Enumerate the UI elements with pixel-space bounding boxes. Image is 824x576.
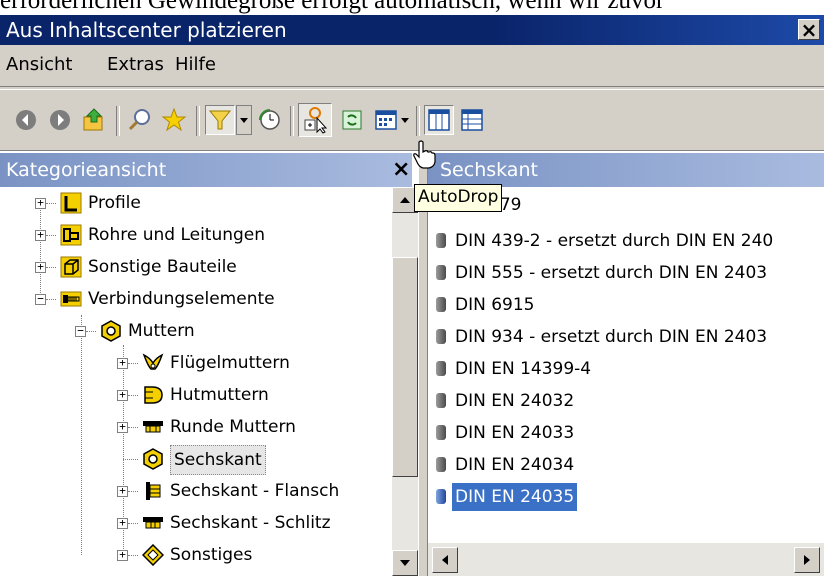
view-dropdown-icon[interactable] (398, 106, 412, 134)
tree-label: Flügelmuttern (170, 353, 290, 373)
tree-label: Hutmuttern (170, 385, 269, 405)
expander-icon[interactable]: + (35, 261, 46, 273)
expander-icon[interactable]: + (117, 389, 128, 401)
pane-splitter[interactable] (418, 153, 428, 576)
nut-icon (436, 393, 446, 408)
filter-dropdown-icon[interactable] (236, 105, 252, 135)
update-icon[interactable] (338, 106, 366, 134)
forward-icon[interactable] (46, 106, 74, 134)
close-pane-icon[interactable]: × (392, 157, 410, 182)
diamond-icon (142, 544, 164, 566)
toolbar-separator (116, 106, 120, 136)
toolbar-separator (416, 106, 420, 136)
tree-label: Sonstige Bauteile (88, 257, 237, 277)
refresh-clock-icon[interactable] (256, 106, 284, 134)
tree-label: Sechskant (170, 445, 266, 475)
tree-label: Sonstiges (170, 545, 253, 565)
filter-icon[interactable] (205, 105, 235, 135)
hand-cursor-icon (413, 140, 436, 169)
menu-extras[interactable]: Extras (107, 54, 164, 75)
menu-ansicht[interactable]: Ansicht (6, 54, 72, 75)
expander-icon[interactable]: + (117, 357, 128, 369)
expander-icon[interactable]: − (75, 325, 86, 337)
category-view-header: Kategorieansicht (0, 153, 412, 187)
expander-icon[interactable]: − (35, 293, 46, 305)
hex-nut-icon (143, 448, 163, 470)
table-view-icon[interactable] (458, 106, 486, 134)
nut-icon (436, 297, 446, 312)
tree-label: Runde Muttern (170, 417, 296, 437)
hex-nut-icon (101, 320, 121, 342)
document-text-line: erforderlichen Gewindegröße erfolgt auto… (0, 0, 665, 14)
up-folder-icon[interactable] (80, 106, 108, 134)
list-horizontal-scrollbar[interactable] (428, 543, 824, 576)
menu-hilfe[interactable]: Hilfe (175, 54, 216, 75)
scroll-left-button[interactable] (432, 547, 458, 573)
autodrop-tooltip: AutoDrop (414, 184, 503, 212)
tree-label: Sechskant - Flansch (170, 481, 340, 501)
tree-vertical-scrollbar[interactable] (392, 187, 418, 576)
window-close-button[interactable]: × (798, 19, 820, 40)
autodrop-icon[interactable] (298, 103, 332, 137)
scroll-thumb[interactable] (392, 257, 418, 477)
flange-nut-icon (146, 482, 161, 500)
nut-icon (436, 329, 446, 344)
expander-icon[interactable]: + (35, 197, 46, 209)
toolbar-separator (290, 106, 294, 136)
family-list: 479 DIN 439-2 - ersetzt durch DIN EN 240… (428, 187, 824, 543)
tree-label: Rohre und Leitungen (88, 225, 266, 245)
window-title-bar[interactable]: Aus Inhaltscenter platzieren × (0, 15, 824, 45)
nut-icon (436, 233, 446, 248)
menu-bar: Ansicht Extras Hilfe (0, 45, 824, 85)
family-view-title: Sechskant (440, 159, 538, 181)
tree-label: Verbindungselemente (88, 289, 275, 309)
nut-icon (436, 361, 446, 376)
expander-icon[interactable]: + (117, 485, 128, 497)
tree-label: Profile (88, 193, 141, 213)
back-icon[interactable] (12, 106, 40, 134)
cap-nut-icon (144, 386, 163, 404)
expander-icon[interactable]: + (117, 549, 128, 561)
family-view-header: Sechskant (428, 153, 824, 187)
search-icon[interactable] (126, 106, 154, 134)
scroll-down-button[interactable] (392, 550, 418, 576)
expander-icon[interactable]: + (117, 517, 128, 529)
category-view-title: Kategorieansicht (6, 159, 167, 181)
view-options-icon[interactable] (372, 106, 400, 134)
tree-label: Sechskant - Schlitz (170, 513, 331, 533)
category-tree: + Profile + Rohre und Leitungen + Sonsti… (0, 187, 392, 576)
profile-icon (60, 192, 82, 214)
slotted-nut-icon (143, 517, 163, 529)
scroll-right-button[interactable] (794, 547, 820, 573)
bolt-icon (60, 291, 82, 307)
round-nut-icon (143, 421, 163, 433)
nut-icon (436, 265, 446, 280)
expander-icon[interactable]: + (117, 421, 128, 433)
tree-label: Muttern (128, 321, 195, 341)
window-title: Aus Inhaltscenter platzieren (6, 18, 287, 42)
pipes-icon (60, 224, 82, 246)
toolbar-separator (196, 106, 200, 136)
tree-view-icon[interactable] (424, 105, 454, 135)
nut-icon (436, 425, 446, 440)
wing-nut-icon (142, 353, 164, 370)
cube-icon (60, 256, 82, 278)
nut-icon (436, 457, 446, 472)
nut-icon (436, 489, 446, 504)
favorites-icon[interactable] (160, 106, 188, 134)
expander-icon[interactable]: + (35, 229, 46, 241)
